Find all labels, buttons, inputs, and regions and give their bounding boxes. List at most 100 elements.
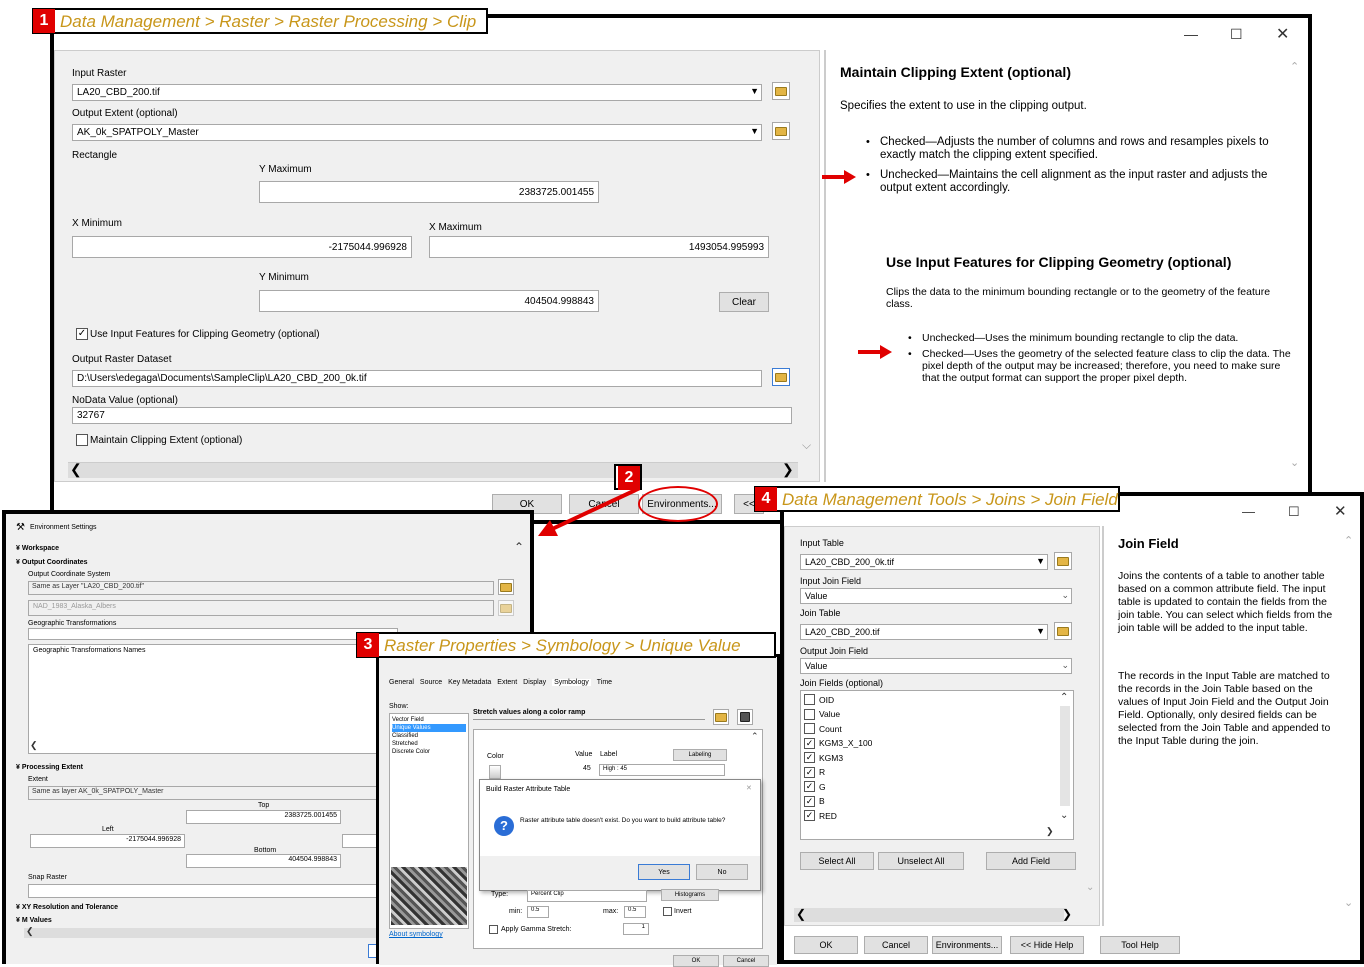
browse-folder-icon[interactable] bbox=[772, 122, 790, 140]
scroll-left-icon[interactable]: ❮ bbox=[26, 926, 34, 937]
browse-folder-icon[interactable] bbox=[713, 709, 729, 725]
m-values-section[interactable]: ¥ M Values bbox=[16, 917, 52, 924]
chevron-down-icon[interactable]: ⌄ bbox=[1061, 660, 1069, 671]
horizontal-scrollbar[interactable] bbox=[794, 908, 1064, 922]
chevron-down-icon[interactable]: ⌄ bbox=[1061, 590, 1069, 601]
gamma-checkbox[interactable] bbox=[489, 925, 498, 934]
join-fields-list[interactable] bbox=[800, 690, 1074, 840]
field-checkbox[interactable]: ✓ bbox=[804, 752, 815, 763]
props-ok-button[interactable]: OK bbox=[673, 955, 719, 967]
field-checkbox[interactable]: ✓ bbox=[804, 810, 815, 821]
xmin-field[interactable]: -2175044.996928 bbox=[72, 236, 412, 258]
browse-folder-icon[interactable] bbox=[498, 579, 514, 595]
join-cancel-button[interactable]: Cancel bbox=[864, 936, 928, 954]
output-raster-field[interactable]: D:\Users\edegaga\Documents\SampleClip\LA… bbox=[72, 370, 762, 387]
high-label-field[interactable]: High : 45 bbox=[599, 764, 725, 776]
use-input-features-checkbox[interactable]: ✓ bbox=[76, 328, 88, 340]
list-item[interactable]: OID bbox=[804, 693, 834, 706]
left-field[interactable]: -2175044.996928 bbox=[30, 834, 185, 848]
invert-checkbox[interactable] bbox=[663, 907, 672, 916]
field-checkbox[interactable]: ✓ bbox=[804, 795, 815, 807]
geo-trans-field[interactable] bbox=[28, 628, 398, 640]
list-item[interactable]: ✓ RED bbox=[804, 809, 837, 822]
close-icon[interactable]: ✕ bbox=[1276, 24, 1289, 44]
output-join-field[interactable]: Value ⌄ bbox=[800, 658, 1072, 674]
clear-button[interactable]: Clear bbox=[719, 292, 769, 312]
list-item[interactable]: Count bbox=[804, 722, 842, 735]
ymin-field[interactable]: 404504.998843 bbox=[259, 290, 599, 312]
scroll-left-icon[interactable]: ❮ bbox=[70, 461, 82, 478]
xmax-field[interactable]: 1493054.995993 bbox=[429, 236, 769, 258]
tab-display[interactable]: Display bbox=[523, 679, 546, 686]
ocs-field[interactable]: Same as Layer "LA20_CBD_200.tif" bbox=[28, 581, 494, 595]
add-field-button[interactable]: Add Field bbox=[986, 852, 1076, 870]
type-field[interactable]: Percent Clip bbox=[527, 890, 647, 902]
list-item[interactable]: Classified bbox=[392, 732, 466, 740]
scroll-down-icon[interactable]: ⌄ bbox=[1060, 810, 1068, 821]
input-join-field[interactable]: Value ⌄ bbox=[800, 588, 1072, 604]
field-checkbox[interactable]: ✓ bbox=[804, 781, 815, 792]
hide-help-button[interactable]: << Hide Help bbox=[1010, 936, 1084, 954]
minimize-icon[interactable]: — bbox=[1242, 504, 1255, 519]
save-icon[interactable] bbox=[737, 709, 753, 725]
min-field[interactable]: 0.5 bbox=[527, 906, 549, 918]
tab-extent[interactable]: Extent bbox=[497, 679, 517, 686]
nodata-field[interactable]: 32767 bbox=[72, 407, 792, 424]
maintain-extent-checkbox[interactable] bbox=[76, 434, 88, 446]
tab-source[interactable]: Source bbox=[420, 679, 442, 686]
tab-symbology[interactable]: Symbology bbox=[552, 679, 591, 686]
join-environments-button[interactable]: Environments... bbox=[932, 936, 1002, 954]
close-icon[interactable]: ✕ bbox=[1334, 502, 1347, 520]
join-ok-button[interactable]: OK bbox=[794, 936, 858, 954]
top-field[interactable]: 2383725.001455 bbox=[186, 810, 341, 824]
output-extent-field[interactable]: AK_0k_SPATPOLY_Master ▼ bbox=[72, 124, 762, 141]
extent-field[interactable]: Same as layer AK_0k_SPATPOLY_Master bbox=[28, 786, 398, 800]
field-checkbox[interactable] bbox=[804, 694, 815, 705]
browse-folder-icon[interactable] bbox=[1054, 552, 1072, 570]
list-item[interactable]: ✓ KGM3 bbox=[804, 751, 843, 764]
field-checkbox[interactable] bbox=[804, 708, 815, 720]
dropdown-icon[interactable]: ▼ bbox=[750, 126, 759, 136]
tool-help-button[interactable]: Tool Help bbox=[1100, 936, 1180, 954]
dropdown-icon[interactable]: ▼ bbox=[1036, 626, 1045, 636]
ymax-field[interactable]: 2383725.001455 bbox=[259, 181, 599, 203]
workspace-section[interactable]: ¥ Workspace bbox=[16, 545, 59, 552]
dropdown-icon[interactable]: ▼ bbox=[750, 86, 759, 96]
labeling-button[interactable]: Labeling bbox=[673, 749, 727, 761]
scroll-down-icon[interactable]: ⌄ bbox=[1086, 882, 1094, 893]
select-all-button[interactable]: Select All bbox=[800, 852, 874, 870]
input-table-field[interactable]: LA20_CBD_200_0k.tif ▼ bbox=[800, 554, 1048, 570]
scroll-down-icon[interactable]: ⌄ bbox=[1344, 896, 1353, 909]
yes-button[interactable]: Yes bbox=[638, 864, 690, 880]
props-cancel-button[interactable]: Cancel bbox=[723, 955, 769, 967]
geo-trans-names-list[interactable]: Geographic Transformations Names bbox=[28, 644, 398, 754]
bottom-field[interactable]: 404504.998843 bbox=[186, 854, 341, 868]
browse-folder-icon[interactable] bbox=[772, 368, 790, 386]
browse-folder-icon[interactable] bbox=[1054, 622, 1072, 640]
field-checkbox[interactable]: ✓ bbox=[804, 737, 815, 749]
scroll-right-icon[interactable]: ❯ bbox=[1062, 907, 1072, 921]
list-item[interactable]: Unique Values bbox=[392, 724, 466, 732]
max-field[interactable]: 0.5 bbox=[624, 906, 646, 918]
dialog-close-icon[interactable]: ✕ bbox=[746, 784, 752, 792]
proc-extent-section[interactable]: ¥ Processing Extent bbox=[16, 764, 83, 771]
fields-vertical-scrollbar[interactable] bbox=[1060, 706, 1070, 806]
list-item[interactable]: Discrete Color bbox=[392, 748, 466, 756]
maximize-icon[interactable]: ☐ bbox=[1230, 26, 1243, 43]
browse-folder-icon[interactable] bbox=[772, 82, 790, 100]
tab-key-metadata[interactable]: Key Metadata bbox=[448, 679, 491, 686]
output-coords-section[interactable]: ¥ Output Coordinates bbox=[16, 559, 88, 566]
scroll-right-icon[interactable]: ❯ bbox=[1046, 826, 1054, 837]
list-item[interactable]: ✓ R bbox=[804, 766, 825, 779]
horizontal-scrollbar[interactable] bbox=[68, 462, 798, 478]
list-item[interactable]: Stretched bbox=[392, 740, 466, 748]
list-item[interactable]: ✓ B bbox=[804, 795, 825, 808]
scroll-up-icon[interactable]: ⌃ bbox=[751, 731, 759, 742]
field-checkbox[interactable]: ✓ bbox=[804, 766, 815, 778]
field-checkbox[interactable] bbox=[804, 723, 815, 734]
scroll-left-icon[interactable]: ❮ bbox=[30, 740, 38, 751]
tab-time[interactable]: Time bbox=[597, 679, 612, 686]
no-button[interactable]: No bbox=[696, 864, 748, 880]
histograms-button[interactable]: Histograms bbox=[661, 889, 719, 901]
scroll-down-icon[interactable]: ⌄ bbox=[1290, 456, 1299, 469]
